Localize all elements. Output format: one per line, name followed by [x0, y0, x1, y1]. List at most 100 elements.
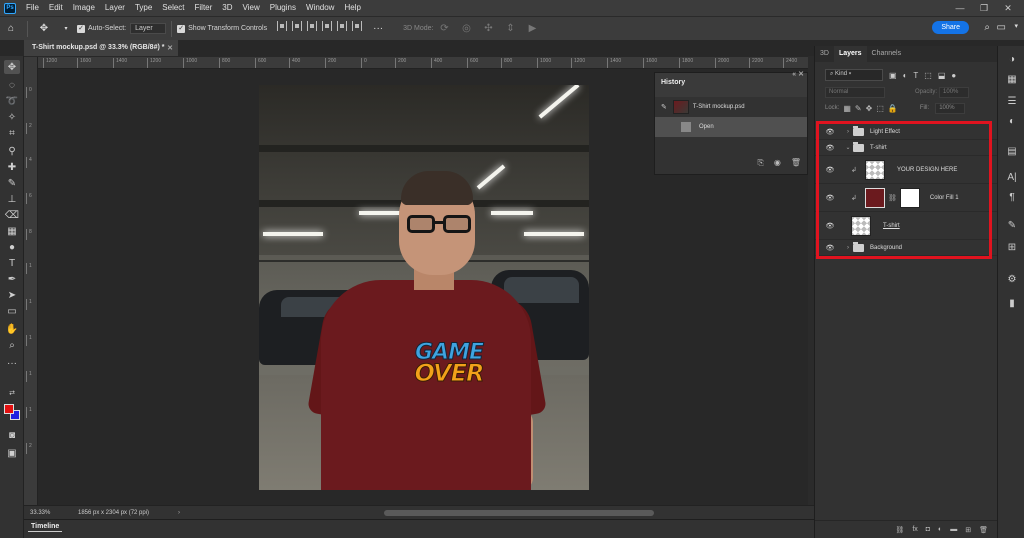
lock-all-icon[interactable]: 🔒	[888, 104, 898, 113]
color-panel-icon[interactable]: ◑	[1005, 54, 1019, 68]
tab-channels[interactable]: Channels	[867, 46, 907, 62]
close-window-button[interactable]: ✕	[996, 3, 1020, 14]
adjustments-icon[interactable]: ◐	[1005, 116, 1019, 130]
show-transform-checkbox[interactable]: ✓ Show Transform Controls	[177, 24, 267, 33]
chevron-down-icon[interactable]: ⌄	[843, 144, 853, 151]
lock-pixels-icon[interactable]: ▦	[843, 104, 851, 113]
visibility-eye-icon[interactable]: 👁	[823, 194, 837, 202]
layer-row-tshirt[interactable]: 👁 T-shirt	[815, 212, 998, 240]
crop-tool-icon[interactable]: ⌗	[4, 126, 20, 140]
chevron-right-icon[interactable]: ›	[843, 129, 853, 135]
type-tool-icon[interactable]: T	[4, 256, 20, 270]
align-top-icon[interactable]	[322, 20, 333, 31]
menu-edit[interactable]: Edit	[44, 0, 68, 16]
tab-3d[interactable]: 3D	[815, 46, 834, 62]
horizontal-scrollbar[interactable]	[384, 510, 654, 516]
timeline-tab[interactable]: Timeline	[28, 523, 63, 532]
menu-plugins[interactable]: Plugins	[265, 0, 301, 16]
trash-icon[interactable]: 🗑	[979, 526, 988, 534]
paragraph-icon[interactable]: ¶	[1005, 192, 1019, 206]
shape-tool-icon[interactable]: ▭	[4, 304, 20, 318]
chevron-down-icon[interactable]: ▾	[1014, 22, 1018, 30]
3d-slide-icon[interactable]: ⇕	[502, 21, 518, 37]
home-icon[interactable]: ⌂	[3, 21, 19, 37]
opacity-input[interactable]: 100%	[939, 86, 970, 98]
minimize-button[interactable]: —	[948, 3, 972, 13]
more-options-icon[interactable]: ···	[370, 21, 386, 37]
align-left-icon[interactable]	[277, 20, 288, 31]
layer-row-light-effect[interactable]: 👁 › Light Effect	[815, 124, 998, 140]
fill-color-thumbnail[interactable]	[865, 187, 885, 208]
menu-image[interactable]: Image	[68, 0, 100, 16]
layer-row-tshirt-group[interactable]: 👁 ⌄ T-shirt	[815, 140, 998, 156]
tshirt-mockup-image[interactable]: GAME OVER	[259, 85, 589, 490]
shapes-icon[interactable]: ⊞	[1005, 242, 1019, 256]
path-selection-icon[interactable]: ➤	[4, 288, 20, 302]
swap-colors-icon[interactable]: ⇄	[4, 386, 20, 400]
document-info[interactable]: 1856 px x 2304 px (72 ppi)	[78, 510, 178, 516]
layer-row-color-fill[interactable]: 👁 ↲ ⛓ Color Fill 1	[815, 184, 998, 212]
dodge-tool-icon[interactable]: ●	[4, 240, 20, 254]
panel-collapse-icon[interactable]: « ✕	[792, 70, 804, 78]
lock-artboard-icon[interactable]: ⬚	[876, 104, 884, 113]
eraser-tool-icon[interactable]: ⌫	[4, 208, 20, 222]
blend-mode-dropdown[interactable]: Normal	[825, 86, 885, 98]
fx-icon[interactable]: fx	[912, 526, 917, 533]
link-icon[interactable]: ⛓	[888, 194, 897, 202]
new-document-from-state-icon[interactable]: ⎘	[757, 158, 763, 168]
align-middle-icon[interactable]	[337, 20, 348, 31]
clone-stamp-icon[interactable]: ⊥	[4, 192, 20, 206]
shape-filter-icon[interactable]: ⬚	[924, 71, 932, 80]
menu-help[interactable]: Help	[339, 0, 365, 16]
gradient-tool-icon[interactable]: ▦	[4, 224, 20, 238]
move-tool-icon[interactable]: ✥	[4, 60, 20, 74]
menu-layer[interactable]: Layer	[100, 0, 130, 16]
menu-filter[interactable]: Filter	[190, 0, 218, 16]
smart-object-thumbnail[interactable]	[865, 159, 885, 180]
chevron-down-icon[interactable]: ▾	[58, 21, 74, 37]
adjustment-layer-icon[interactable]: ◐	[938, 526, 942, 533]
menu-view[interactable]: View	[238, 0, 265, 16]
history-state[interactable]: Open	[655, 117, 807, 137]
layer-row-your-design-here[interactable]: 👁 ↲ YOUR DESIGN HERE	[815, 156, 998, 184]
workspace-icon[interactable]: ▭	[997, 22, 1006, 33]
search-icon[interactable]: ⌕	[984, 22, 990, 33]
swatches-icon[interactable]: ▦	[1005, 74, 1019, 88]
history-snapshot[interactable]: ✎ T-Shirt mockup.psd	[655, 97, 807, 117]
screen-mode-icon[interactable]: ▣	[4, 446, 20, 460]
history-title[interactable]: History	[661, 79, 685, 86]
menu-file[interactable]: File	[21, 0, 44, 16]
quick-mask-icon[interactable]: ◙	[4, 428, 20, 442]
trash-icon[interactable]: 🗑	[791, 158, 801, 168]
lock-brush-icon[interactable]: ✎	[855, 104, 862, 113]
menu-3d[interactable]: 3D	[217, 0, 237, 16]
new-group-icon[interactable]: ▬	[950, 526, 957, 533]
link-layers-icon[interactable]: ⛓	[895, 526, 904, 534]
magic-wand-icon[interactable]: ✧	[4, 110, 20, 124]
hand-tool-icon[interactable]: ✋	[4, 322, 20, 336]
3d-roll-icon[interactable]: ◎	[458, 21, 474, 37]
tab-layers[interactable]: Layers	[833, 46, 867, 62]
brush-tool-icon[interactable]: ✎	[4, 176, 20, 190]
filter-toggle-icon[interactable]: ●	[951, 71, 956, 80]
marquee-tool-icon[interactable]: ◌	[4, 78, 20, 92]
smart-object-thumbnail[interactable]	[851, 215, 871, 236]
visibility-eye-icon[interactable]: 👁	[823, 128, 837, 136]
adjustment-filter-icon[interactable]: ◐	[903, 71, 908, 80]
zoom-level[interactable]: 33.33%	[24, 510, 64, 516]
visibility-eye-icon[interactable]: 👁	[823, 166, 837, 174]
visibility-eye-icon[interactable]: 👁	[823, 144, 837, 152]
brushes-icon[interactable]: ✎	[1005, 220, 1019, 234]
character-icon[interactable]: A|	[1005, 172, 1019, 186]
fill-input[interactable]: 100%	[935, 102, 966, 114]
more-tools-icon[interactable]: ···	[4, 356, 20, 370]
align-center-icon[interactable]	[292, 20, 303, 31]
close-icon[interactable]: ✕	[167, 44, 173, 52]
layer-mask-thumbnail[interactable]	[899, 187, 920, 208]
visibility-eye-icon[interactable]: 👁	[823, 222, 837, 230]
layer-row-background[interactable]: 👁 › Background	[815, 240, 998, 256]
type-filter-icon[interactable]: T	[913, 71, 918, 80]
chevron-right-icon[interactable]: ›	[178, 510, 180, 516]
3d-pan-icon[interactable]: ✣	[480, 21, 496, 37]
image-filter-icon[interactable]: ▣	[889, 71, 897, 80]
